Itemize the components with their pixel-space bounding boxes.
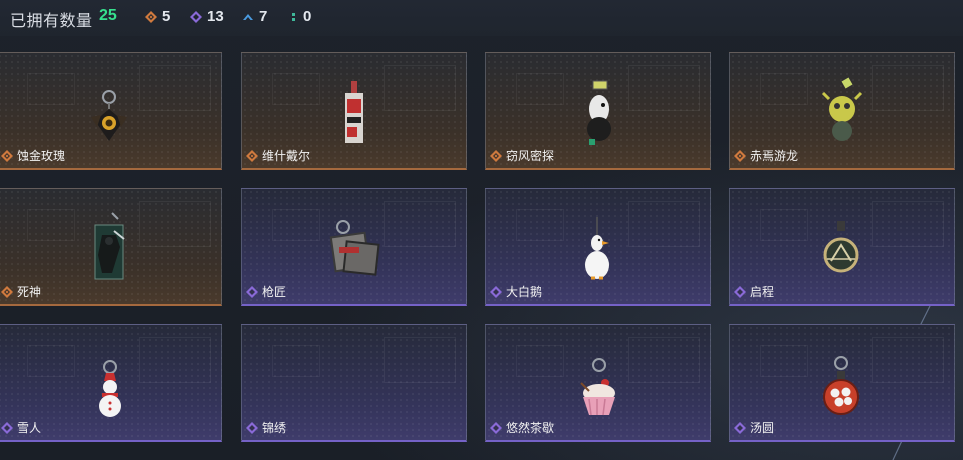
purple-diamond-icon xyxy=(734,285,746,298)
blue-chevron-icon xyxy=(243,13,253,20)
card-pattern xyxy=(760,209,808,241)
card-pattern xyxy=(272,209,320,241)
charm-name: 蚀金玫瑰 xyxy=(17,149,66,163)
card-label: 维什戴尔 xyxy=(246,147,310,164)
charm-card[interactable]: 锦绣 xyxy=(241,324,467,442)
card-pattern xyxy=(628,65,700,111)
blue-rarity-stat: 7 xyxy=(242,8,267,25)
card-pattern xyxy=(139,337,211,383)
card-pattern xyxy=(139,201,211,247)
card-pattern xyxy=(872,201,944,247)
snowman-charm-icon xyxy=(99,360,121,417)
cupcake-charm-icon xyxy=(580,358,615,416)
white-goose-charm-icon xyxy=(585,217,609,280)
purple-rarity-count: 13 xyxy=(207,8,224,25)
card-pattern xyxy=(27,73,75,105)
charm-card[interactable]: 窃风密探 xyxy=(485,52,711,170)
orange-rarity-stat: 5 xyxy=(145,8,170,25)
charm-card[interactable]: 赤焉游龙 xyxy=(729,52,955,170)
card-pattern xyxy=(872,337,944,383)
charm-card[interactable]: 大白鹅 xyxy=(485,188,711,306)
charm-card[interactable]: 启程 xyxy=(729,188,955,306)
charm-name: 赤焉游龙 xyxy=(750,149,799,163)
card-pattern xyxy=(628,201,700,247)
reaper-card-charm-icon xyxy=(94,212,125,280)
orange-diamond-icon xyxy=(734,149,746,162)
embroidery-charm-icon xyxy=(334,331,374,411)
card-pattern xyxy=(384,65,456,111)
charm-card[interactable]: 雪人 xyxy=(0,324,222,442)
orange-diamond-icon xyxy=(246,149,258,162)
purple-diamond-icon xyxy=(734,421,746,434)
orange-diamond-icon xyxy=(1,285,13,298)
card-label: 蚀金玫瑰 xyxy=(1,147,65,164)
charm-name: 大白鹅 xyxy=(506,285,543,299)
charm-card[interactable]: 蚀金玫瑰 xyxy=(0,52,222,170)
purple-diamond-icon xyxy=(246,285,258,298)
blue-rarity-count: 7 xyxy=(259,8,268,25)
charm-name: 窃风密探 xyxy=(506,149,555,163)
card-pattern xyxy=(628,337,700,383)
charm-card[interactable]: 悠然茶歇 xyxy=(485,324,711,442)
card-label: 汤圆 xyxy=(734,419,774,436)
card-label: 锦绣 xyxy=(246,419,286,436)
charm-name: 死神 xyxy=(17,285,42,299)
purple-diamond-icon xyxy=(190,10,202,23)
departure-ring-charm-icon xyxy=(823,221,859,273)
charm-name: 启程 xyxy=(750,285,775,299)
owned-count-value: 25 xyxy=(99,7,117,24)
orange-diamond-icon xyxy=(145,10,157,23)
charm-card[interactable]: 汤圆 xyxy=(729,324,955,442)
card-pattern xyxy=(384,201,456,247)
card-pattern xyxy=(872,65,944,111)
card-pattern xyxy=(516,209,564,241)
dragon-charm-icon xyxy=(821,77,863,141)
card-pattern xyxy=(516,73,564,105)
orange-diamond-icon xyxy=(1,149,13,162)
orange-diamond-icon xyxy=(490,149,502,162)
charm-card[interactable]: 维什戴尔 xyxy=(241,52,467,170)
card-label: 窃风密探 xyxy=(490,147,554,164)
purple-diamond-icon xyxy=(246,421,258,434)
green-rarity-stat: 0 xyxy=(290,8,311,25)
green-rarity-count: 0 xyxy=(303,8,312,25)
card-pattern xyxy=(272,73,320,105)
card-label: 悠然茶歇 xyxy=(490,419,554,436)
card-pattern xyxy=(139,65,211,111)
gunsmith-tag-charm-icon xyxy=(329,220,380,276)
charm-name: 枪匠 xyxy=(262,285,287,299)
card-label: 启程 xyxy=(734,283,774,300)
card-pattern xyxy=(272,345,320,377)
green-dots-icon xyxy=(292,12,295,21)
tangyuan-bowl-charm-icon xyxy=(823,356,859,415)
charm-card[interactable]: 枪匠 xyxy=(241,188,467,306)
bird-agent-charm-icon xyxy=(587,80,611,145)
collection-header: 已拥有数量 25 5 13 7 0 xyxy=(0,0,963,36)
charm-name: 维什戴尔 xyxy=(262,149,311,163)
card-pattern xyxy=(760,73,808,105)
card-label: 枪匠 xyxy=(246,283,286,300)
card-label: 赤焉游龙 xyxy=(734,147,798,164)
card-pattern xyxy=(27,209,75,241)
orange-rarity-count: 5 xyxy=(162,8,171,25)
purple-diamond-icon xyxy=(1,421,13,434)
card-pattern xyxy=(27,345,75,377)
charm-name: 悠然茶歇 xyxy=(506,421,555,435)
purple-diamond-icon xyxy=(490,285,502,298)
card-label: 死神 xyxy=(1,283,41,300)
card-pattern xyxy=(384,337,456,383)
card-label: 雪人 xyxy=(1,419,41,436)
charm-name: 汤圆 xyxy=(750,421,775,435)
gold-rose-charm-icon xyxy=(91,90,127,141)
card-pattern xyxy=(516,345,564,377)
card-pattern xyxy=(760,345,808,377)
charm-name: 雪人 xyxy=(17,421,42,435)
charm-name: 锦绣 xyxy=(262,421,287,435)
owned-count-title: 已拥有数量 xyxy=(10,13,93,30)
charm-card[interactable]: 死神 xyxy=(0,188,222,306)
tag-charm-icon xyxy=(345,81,363,143)
purple-rarity-stat: 13 xyxy=(190,8,224,25)
card-label: 大白鹅 xyxy=(490,283,542,300)
purple-diamond-icon xyxy=(490,421,502,434)
